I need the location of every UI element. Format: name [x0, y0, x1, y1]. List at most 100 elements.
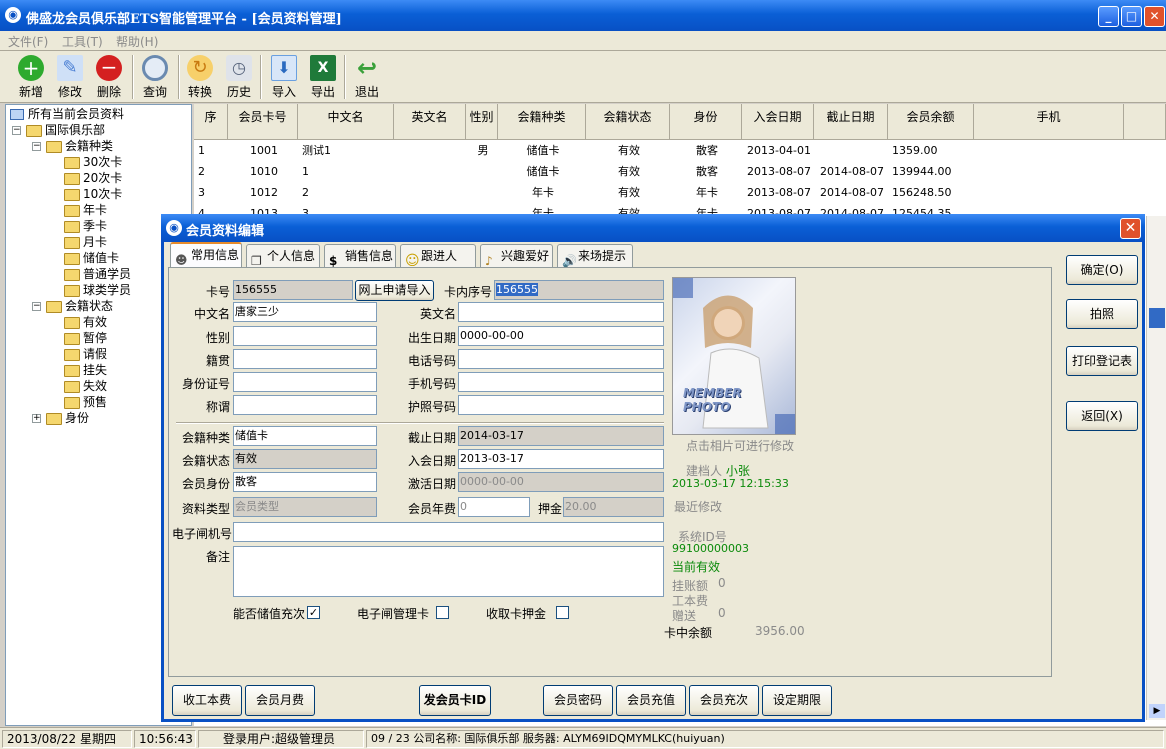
collapse-icon[interactable]: − — [32, 302, 41, 311]
mem-identity-field[interactable]: 散客 — [233, 472, 377, 492]
grid-vertical-scrollbar[interactable]: ▶ — [1146, 216, 1166, 720]
col-mobile-header[interactable]: 手机 — [974, 104, 1124, 140]
data-type-field[interactable]: 会员类型 — [233, 497, 377, 517]
set-period-button[interactable]: 设定期限 — [762, 685, 832, 716]
convert-button[interactable]: ↻ 转换 — [181, 53, 219, 101]
tree-item-type[interactable]: 月卡 — [64, 234, 107, 250]
phone-field[interactable] — [458, 349, 664, 369]
inner-no-field[interactable]: 156555 — [494, 280, 664, 300]
card-no-field[interactable]: 156555 — [233, 280, 353, 300]
tree-item-type-group[interactable]: 会籍种类 — [46, 138, 113, 154]
tree-item-status[interactable]: 有效 — [64, 314, 107, 330]
cost-fee-button[interactable]: 收工本费 — [172, 685, 242, 716]
id-no-field[interactable] — [233, 372, 377, 392]
table-row[interactable]: 1 1001 测试1 男 储值卡 有效 散客 2013-04-01 1359.00 — [194, 141, 1166, 161]
search-button[interactable]: 查询 — [136, 53, 174, 101]
cn-name-field[interactable]: 唐家三少 — [233, 302, 377, 322]
add-button[interactable]: + 新增 — [12, 53, 50, 101]
dialog-titlebar[interactable]: ◉ 会员资料编辑 ✕ — [161, 214, 1145, 242]
gate-card-checkbox[interactable] — [436, 606, 449, 619]
end-date-field[interactable]: 2014-03-17 — [458, 426, 664, 446]
issue-card-id-button[interactable]: 发会员卡ID — [419, 685, 491, 716]
col-card-no-header[interactable]: 会员卡号 — [228, 104, 298, 140]
tree-item-status[interactable]: 预售 — [64, 394, 107, 410]
col-mem-status-header[interactable]: 会籍状态 — [586, 104, 670, 140]
window-titlebar[interactable]: ◉ 佛盛龙会员俱乐部ETS智能管理平台 - [会员资料管理] _ □ ✕ — [0, 0, 1166, 31]
menu-tools[interactable]: 工具(T) — [62, 33, 103, 50]
tree-item-status[interactable]: 暂停 — [64, 330, 107, 346]
tab-sales-info[interactable]: $ 销售信息 — [324, 244, 396, 268]
deposit-checkbox[interactable] — [556, 606, 569, 619]
tab-follower[interactable]: ☺跟进人 — [400, 244, 476, 269]
exit-button[interactable]: ↩ 退出 — [348, 53, 386, 101]
join-date-field[interactable]: 2013-03-17 — [458, 449, 664, 469]
col-balance-header[interactable]: 会员余额 — [888, 104, 974, 140]
confirm-button[interactable]: 确定(O) — [1066, 255, 1138, 285]
col-mem-type-header[interactable]: 会籍种类 — [498, 104, 586, 140]
member-times-button[interactable]: 会员充次 — [689, 685, 759, 716]
tree-item-type[interactable]: 储值卡 — [64, 250, 119, 266]
mobile-field[interactable] — [458, 372, 664, 392]
tree-item-type[interactable]: 年卡 — [64, 202, 107, 218]
col-end-date-header[interactable]: 截止日期 — [814, 104, 888, 140]
member-photo[interactable]: MEMBER PHOTO — [672, 277, 796, 435]
close-button[interactable]: ✕ — [1144, 6, 1165, 27]
gender-field[interactable] — [233, 326, 377, 346]
col-seq-header[interactable]: 序 — [194, 104, 228, 140]
delete-button[interactable]: − 删除 — [90, 53, 128, 101]
tree-item-type[interactable]: 10次卡 — [64, 186, 122, 202]
expand-icon[interactable]: + — [32, 414, 41, 423]
menu-file[interactable]: 文件(F) — [8, 33, 48, 50]
birth-field[interactable]: 0000-00-00 — [458, 326, 664, 346]
table-row[interactable]: 2 1010 1 储值卡 有效 散客 2013-08-07 2014-08-07 139944.… — [194, 162, 1166, 182]
print-register-button[interactable]: 打印登记表 — [1066, 346, 1138, 376]
act-date-field[interactable]: 0000-00-00 — [458, 472, 664, 492]
remark-field[interactable] — [233, 546, 664, 597]
dialog-close-button[interactable]: ✕ — [1120, 218, 1141, 239]
grid-header-filler[interactable] — [1124, 104, 1166, 140]
col-gender-header[interactable]: 性别 — [466, 104, 498, 140]
scroll-down-icon[interactable]: ▶ — [1149, 704, 1165, 718]
tree-item-status-group[interactable]: 会籍状态 — [46, 298, 113, 314]
menu-help[interactable]: 帮助(H) — [116, 33, 158, 50]
scrollbar-thumb[interactable] — [1149, 308, 1165, 328]
member-recharge-button[interactable]: 会员充值 — [616, 685, 686, 716]
online-import-button[interactable]: 网上申请导入 — [355, 280, 434, 301]
return-button[interactable]: 返回(X) — [1066, 401, 1138, 431]
tree-item-type[interactable]: 30次卡 — [64, 154, 122, 170]
import-button[interactable]: ⬇ 导入 — [265, 53, 303, 101]
en-name-field[interactable] — [458, 302, 664, 322]
deposit-field[interactable]: 20.00 — [563, 497, 664, 517]
mem-status-field[interactable]: 有效 — [233, 449, 377, 469]
mem-type-field[interactable]: 储值卡 — [233, 426, 377, 446]
tree-root[interactable]: 所有当前会员资料 — [10, 106, 124, 122]
tree-item-type[interactable]: 普通学员 — [64, 266, 131, 282]
col-en-name-header[interactable]: 英文名 — [394, 104, 466, 140]
passport-field[interactable] — [458, 395, 664, 415]
member-password-button[interactable]: 会员密码 — [543, 685, 613, 716]
annual-fee-field[interactable]: 0 — [458, 497, 530, 517]
tree-item-club[interactable]: 国际俱乐部 — [26, 122, 105, 138]
table-row[interactable]: 3 1012 2 年卡 有效 年卡 2013-08-07 2014-08-07 156248.5… — [194, 183, 1166, 203]
tree-item-type[interactable]: 季卡 — [64, 218, 107, 234]
native-field[interactable] — [233, 349, 377, 369]
maximize-button[interactable]: □ — [1121, 6, 1142, 27]
tree-item-status[interactable]: 挂失 — [64, 362, 107, 378]
tree-item-status[interactable]: 失效 — [64, 378, 107, 394]
collapse-icon[interactable]: − — [32, 142, 41, 151]
col-identity-header[interactable]: 身份 — [670, 104, 742, 140]
export-button[interactable]: X 导出 — [304, 53, 342, 101]
tab-common-info[interactable]: ☻ 常用信息 — [170, 242, 242, 267]
history-button[interactable]: ◷ 历史 — [220, 53, 258, 101]
title-field[interactable] — [233, 395, 377, 415]
tree-item-status[interactable]: 请假 — [64, 346, 107, 362]
col-cn-name-header[interactable]: 中文名 — [298, 104, 394, 140]
tree-item-type[interactable]: 球类学员 — [64, 282, 131, 298]
minimize-button[interactable]: _ — [1098, 6, 1119, 27]
tree-item-type[interactable]: 20次卡 — [64, 170, 122, 186]
collapse-icon[interactable]: − — [12, 126, 21, 135]
edit-button[interactable]: ✎ 修改 — [51, 53, 89, 101]
tab-hobbies[interactable]: ♪ 兴趣爱好 — [480, 244, 553, 268]
tree-item-identity-group[interactable]: 身份 — [46, 410, 89, 426]
col-join-date-header[interactable]: 入会日期 — [742, 104, 814, 140]
